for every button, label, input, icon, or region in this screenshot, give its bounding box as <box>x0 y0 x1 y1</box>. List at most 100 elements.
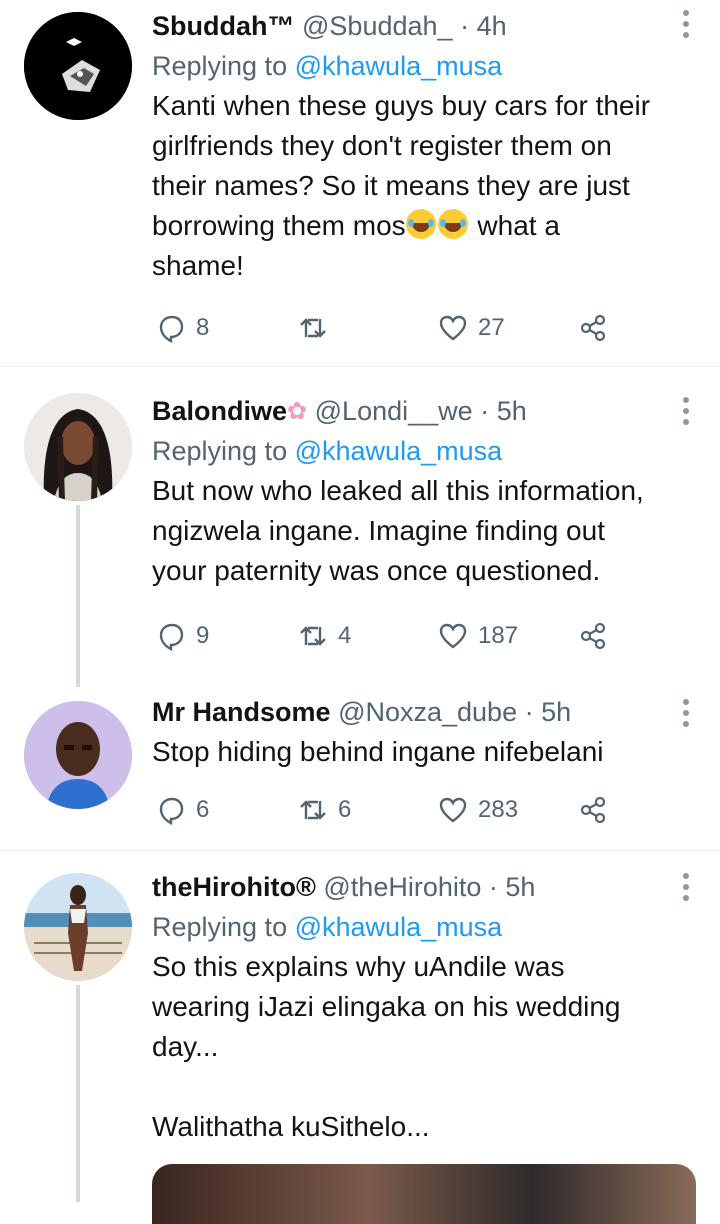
separator: · <box>524 697 534 727</box>
like-count: 27 <box>478 314 505 341</box>
text-line: ngizwela ingane. Imagine finding out <box>152 515 605 546</box>
replying-to: Replying to @khawula_musa <box>152 907 696 947</box>
more-vertical-icon[interactable] <box>680 873 692 903</box>
timestamp[interactable]: 5h <box>497 396 527 426</box>
text-line: Kanti when these guys buy cars for their <box>152 90 651 121</box>
more-vertical-icon[interactable] <box>680 699 692 729</box>
thread-line <box>76 985 80 1202</box>
tweet-header: theHirohito® @theHirohito · 5h <box>152 867 696 907</box>
text-line: your paternity was once questioned. <box>152 555 601 586</box>
share-button[interactable] <box>578 308 608 348</box>
text-blank-line <box>152 1067 696 1107</box>
text-line: Walithatha kuSithelo... <box>152 1111 430 1142</box>
mention-link[interactable]: @khawula_musa <box>295 912 503 942</box>
reply-icon <box>159 315 184 343</box>
retweet-icon <box>300 800 326 820</box>
reply-count: 9 <box>196 622 210 649</box>
share-button[interactable] <box>578 790 608 830</box>
retweet-button[interactable]: 6 <box>298 790 351 830</box>
separator: · <box>460 11 470 41</box>
text-line: So this explains why uAndile was <box>152 951 565 982</box>
tweet-text: So this explains why uAndile was wearing… <box>152 947 696 1147</box>
share-icon <box>580 796 606 824</box>
replying-to: Replying to @khawula_musa <box>152 431 696 471</box>
display-name[interactable]: Balondiwe <box>152 396 287 426</box>
display-name[interactable]: Sbuddah™ <box>152 11 295 41</box>
text-line: borrowing them mos what a <box>152 206 696 246</box>
replying-to: Replying to @khawula_musa <box>152 46 696 86</box>
heart-icon <box>439 797 467 823</box>
separator: · <box>488 872 498 902</box>
like-button[interactable]: 283 <box>438 790 518 830</box>
tweet[interactable]: Mr Handsome @Noxza_dube · 5h Stop hiding… <box>0 687 720 850</box>
like-count: 283 <box>478 796 519 823</box>
tweet-header: Balondiwe✿ @Londi__we · 5h <box>152 391 696 431</box>
like-button[interactable]: 187 <box>438 616 518 656</box>
timestamp[interactable]: 5h <box>541 697 571 727</box>
mention-link[interactable]: @khawula_musa <box>295 51 503 81</box>
text-line: their names? So it means they are just <box>152 170 630 201</box>
tweet-header: Mr Handsome @Noxza_dube · 5h <box>152 692 696 732</box>
text-line: Stop hiding behind ingane nifebelani <box>152 736 604 767</box>
tears-of-joy-emoji <box>405 209 436 239</box>
timestamp[interactable]: 4h <box>477 11 507 41</box>
handle[interactable]: @Londi__we <box>315 396 473 426</box>
text-line: day... <box>152 1031 219 1062</box>
tweet[interactable]: Balondiwe✿ @Londi__we · 5h Replying to @… <box>0 367 720 687</box>
tweet-actions: 9 4 187 <box>152 616 632 656</box>
text-fragment: borrowing them mos <box>152 210 406 241</box>
more-vertical-icon[interactable] <box>680 397 692 427</box>
more-vertical-icon[interactable] <box>680 10 692 40</box>
tears-of-joy-emoji <box>437 209 468 239</box>
reply-count: 6 <box>196 796 210 823</box>
mention-link[interactable]: @khawula_musa <box>295 436 503 466</box>
display-name[interactable]: theHirohito® <box>152 872 316 902</box>
handle[interactable]: @theHirohito <box>323 872 481 902</box>
replying-prefix: Replying to <box>152 436 288 466</box>
reply-button[interactable]: 9 <box>156 616 209 656</box>
retweet-count: 4 <box>338 622 352 649</box>
tweet[interactable]: theHirohito® @theHirohito · 5h Replying … <box>0 851 720 1202</box>
retweet-count: 6 <box>338 796 352 823</box>
replying-prefix: Replying to <box>152 51 288 81</box>
timestamp[interactable]: 5h <box>505 872 535 902</box>
tweet-actions: 8 27 <box>152 308 632 348</box>
cherry-blossom-emoji: ✿ <box>287 398 308 425</box>
tweet-header: Sbuddah™ @Sbuddah_ · 4h <box>152 6 696 46</box>
reply-icon <box>159 797 184 825</box>
heart-icon <box>439 315 467 341</box>
avatar[interactable] <box>24 701 132 809</box>
share-button[interactable] <box>578 616 608 656</box>
reply-icon <box>159 623 184 651</box>
share-icon <box>580 622 606 650</box>
text-line: wearing iJazi elingaka on his wedding <box>152 991 621 1022</box>
share-icon <box>580 314 606 342</box>
avatar[interactable] <box>24 12 132 120</box>
text-line: girlfriends they don't register them on <box>152 130 612 161</box>
tweet-text: Kanti when these guys buy cars for their… <box>152 86 696 286</box>
separator: · <box>480 396 490 426</box>
avatar[interactable] <box>24 393 132 501</box>
like-button[interactable]: 27 <box>438 308 505 348</box>
handle[interactable]: @Noxza_dube <box>338 697 517 727</box>
tweet-text: Stop hiding behind ingane nifebelani <box>152 732 696 772</box>
display-name[interactable]: Mr Handsome <box>152 697 331 727</box>
tweet-text: But now who leaked all this information,… <box>152 471 696 591</box>
text-line: shame! <box>152 250 244 281</box>
retweet-button[interactable]: 4 <box>298 616 351 656</box>
replying-prefix: Replying to <box>152 912 288 942</box>
reply-count: 8 <box>196 314 210 341</box>
text-fragment: what a <box>469 210 560 241</box>
handle[interactable]: @Sbuddah_ <box>302 11 453 41</box>
text-line: But now who leaked all this information, <box>152 475 644 506</box>
retweet-button[interactable] <box>298 308 338 348</box>
avatar[interactable] <box>24 873 132 981</box>
reply-button[interactable]: 6 <box>156 790 209 830</box>
media-image[interactable] <box>152 1164 696 1224</box>
reply-button[interactable]: 8 <box>156 308 209 348</box>
tweet[interactable]: Sbuddah™ @Sbuddah_ · 4h Replying to @kha… <box>0 0 720 366</box>
retweet-icon <box>300 318 326 338</box>
retweet-icon <box>300 626 326 646</box>
tweet-actions: 6 6 283 <box>152 790 632 830</box>
like-count: 187 <box>478 622 519 649</box>
